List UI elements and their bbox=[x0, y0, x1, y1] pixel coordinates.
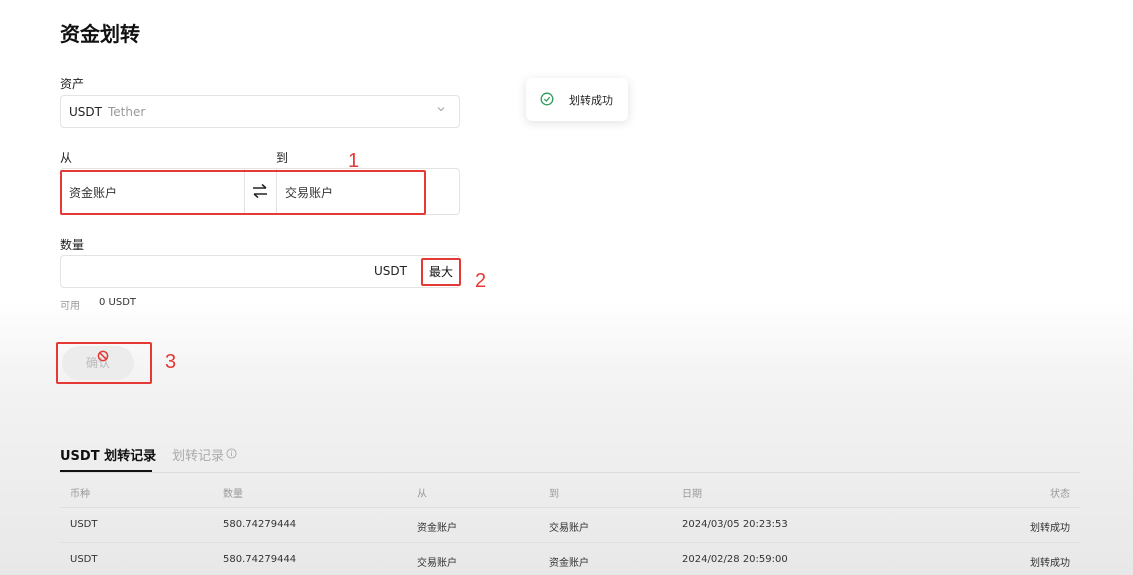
check-circle-icon bbox=[540, 92, 554, 106]
column-header-status: 状态 bbox=[1050, 489, 1070, 500]
quantity-input[interactable]: USDT 最大 bbox=[60, 255, 460, 288]
asset-code: USDT bbox=[69, 104, 102, 119]
success-toast: 划转成功 bbox=[526, 78, 628, 121]
table-cell-from: 资金账户 bbox=[417, 523, 457, 534]
table-cell-amount: 580.74279444 bbox=[223, 554, 297, 565]
table-cell-to: 交易账户 bbox=[549, 523, 589, 534]
asset-select[interactable]: USDT Tether bbox=[60, 95, 460, 128]
tab-usdt-transfer-records[interactable]: USDT 划转记录 bbox=[60, 445, 156, 464]
table-cell-from: 交易账户 bbox=[417, 558, 457, 569]
available-value: 0 USDT bbox=[99, 297, 137, 308]
annotation-number-3: 3 bbox=[165, 351, 177, 373]
table-cell-status: 划转成功 bbox=[1030, 558, 1070, 569]
table-cell-date: 2024/02/28 20:59:00 bbox=[682, 554, 788, 565]
to-label: 到 bbox=[276, 151, 289, 165]
table-cell-date: 2024/03/05 20:23:53 bbox=[682, 519, 788, 530]
table-cell-amount: 580.74279444 bbox=[223, 519, 297, 530]
column-header-to: 到 bbox=[549, 489, 559, 500]
table-cell-currency: USDT bbox=[70, 554, 98, 565]
annotation-number-1: 1 bbox=[348, 150, 360, 172]
table-divider bbox=[60, 542, 1080, 543]
table-cell-currency: USDT bbox=[70, 519, 98, 530]
info-icon[interactable] bbox=[226, 448, 237, 459]
annotation-box-accounts bbox=[60, 170, 426, 215]
annotation-box-confirm bbox=[56, 342, 152, 384]
chevron-down-icon bbox=[437, 107, 445, 112]
annotation-box-max bbox=[421, 258, 461, 286]
toast-message: 划转成功 bbox=[569, 94, 613, 107]
table-divider bbox=[60, 507, 1080, 508]
annotation-number-2: 2 bbox=[475, 270, 487, 292]
table-cell-status: 划转成功 bbox=[1030, 523, 1070, 534]
asset-label: 资产 bbox=[60, 77, 85, 91]
from-label: 从 bbox=[60, 151, 73, 165]
page-title: 资金划转 bbox=[60, 22, 140, 46]
column-header-amount: 数量 bbox=[223, 489, 243, 500]
quantity-label: 数量 bbox=[60, 238, 85, 252]
quantity-unit: USDT bbox=[374, 264, 407, 278]
asset-name: Tether bbox=[107, 104, 146, 119]
column-header-currency: 币种 bbox=[70, 489, 90, 500]
table-cell-to: 资金账户 bbox=[549, 558, 589, 569]
available-label: 可用 bbox=[60, 301, 80, 312]
tab-divider bbox=[60, 472, 1080, 473]
column-header-date: 日期 bbox=[682, 489, 702, 500]
tab-transfer-records[interactable]: 划转记录 bbox=[172, 445, 224, 464]
column-header-from: 从 bbox=[417, 489, 427, 500]
